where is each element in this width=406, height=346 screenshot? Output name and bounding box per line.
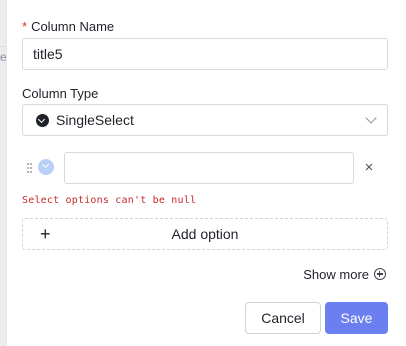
column-type-value: SingleSelect — [56, 112, 134, 128]
close-icon[interactable]: × — [362, 158, 376, 178]
option-input[interactable] — [64, 152, 354, 184]
cancel-button[interactable]: Cancel — [245, 302, 321, 334]
drag-handle-icon[interactable] — [27, 163, 32, 173]
column-type-select[interactable]: SingleSelect — [22, 104, 388, 136]
column-edit-panel: * Column Name title5 Column Type SingleSe… — [6, 0, 406, 346]
circle-plus-icon — [374, 268, 386, 280]
save-button[interactable]: Save — [325, 302, 388, 334]
column-name-input[interactable]: title5 — [22, 38, 388, 70]
show-more-button[interactable]: Show more — [303, 265, 386, 283]
single-select-icon — [36, 114, 49, 127]
validation-error: Select options can't be null — [22, 195, 197, 206]
option-color-picker[interactable] — [38, 159, 54, 175]
column-name-label: * Column Name — [22, 19, 114, 34]
add-option-button[interactable]: + Add option — [22, 218, 388, 250]
chevron-down-icon — [365, 112, 377, 124]
required-marker: * — [22, 19, 28, 34]
show-more-label: Show more — [303, 266, 369, 282]
column-name-label-text: Column Name — [31, 19, 115, 34]
add-option-label: Add option — [171, 226, 239, 242]
column-type-label: Column Type — [22, 86, 99, 101]
